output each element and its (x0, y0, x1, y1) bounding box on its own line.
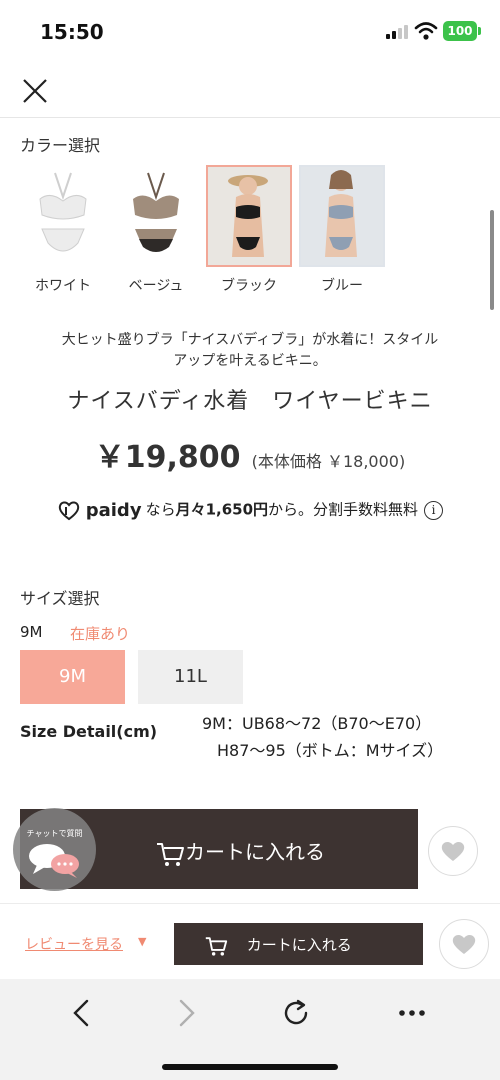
close-icon[interactable] (20, 76, 50, 106)
modal-header (0, 64, 500, 118)
back-icon[interactable] (62, 993, 102, 1033)
color-option-blue[interactable]: ブルー (299, 165, 385, 295)
sticky-bottom-bar: レビューを見る ▼ カートに入れる (0, 903, 500, 979)
wifi-icon (414, 22, 438, 40)
size-section-label: サイズ選択 (20, 589, 100, 608)
paidy-amount: 月々1,650円 (175, 500, 269, 519)
color-option-black[interactable]: ブラック (206, 165, 292, 295)
scrollbar[interactable] (490, 210, 494, 310)
home-indicator (162, 1064, 338, 1070)
paidy-text-after: から。分割手数料無料 (268, 500, 419, 519)
product-title: ナイスバディ水着 ワイヤービキニ (67, 389, 433, 414)
battery-indicator: 100 (443, 21, 477, 41)
color-section-label: カラー選択 (20, 136, 101, 155)
swatch-image-white (20, 165, 106, 267)
color-label-white: ホワイト (35, 278, 91, 294)
cart-icon (205, 936, 228, 956)
selected-size-label: 9M (20, 623, 43, 641)
add-to-cart-sticky-button[interactable]: カートに入れる (174, 923, 423, 965)
status-time: 15:50 (40, 20, 104, 44)
color-option-beige[interactable]: ベージュ (113, 165, 199, 295)
paidy-brand: paidy (85, 499, 142, 521)
add-to-cart-label: カートに入れる (185, 840, 325, 864)
paidy-text-before: なら (145, 500, 176, 519)
color-options: ホワイト ベージュ ブラック ブルー (20, 165, 480, 305)
add-to-cart-content: カートに入れる (155, 836, 325, 868)
price-row: ￥19,800 (本体価格 ￥18,000) (0, 432, 500, 476)
status-bar: 15:50 100 (0, 0, 500, 64)
review-arrow-icon: ▼ (138, 935, 147, 948)
size-detail-label: Size Detail(cm) (20, 722, 158, 741)
catchcopy-line-1: 大ヒット盛りブラ「ナイスバディブラ」が水着に！スタイル (61, 332, 439, 348)
size-detail-line-2: H87〜95（ボトム：Mサイズ） (217, 741, 444, 760)
reload-icon[interactable] (276, 993, 316, 1033)
chat-icon (29, 844, 79, 878)
review-link[interactable]: レビューを見る (25, 934, 123, 954)
more-icon[interactable] (392, 993, 432, 1033)
favorite-sticky-button[interactable] (439, 919, 489, 969)
battery-cap (478, 27, 481, 35)
swatch-image-black (206, 165, 292, 267)
paidy-logo-icon (58, 501, 80, 521)
swatch-image-blue (299, 165, 385, 267)
heart-icon (452, 935, 476, 954)
color-label-blue: ブルー (321, 278, 363, 294)
signal-icon (386, 25, 408, 39)
swatch-image-beige (113, 165, 199, 267)
cart-icon (157, 842, 184, 866)
paidy-banner: paidy なら月々1,650円から。分割手数料無料 i (0, 498, 500, 522)
heart-icon (441, 842, 465, 861)
product-catchcopy: 大ヒット盛りブラ「ナイスバディブラ」が水着に！スタイル アップを叶えるビキニ。 (20, 330, 480, 372)
size-button-9m[interactable]: 9M (20, 650, 125, 704)
forward-icon[interactable] (166, 993, 206, 1033)
info-icon[interactable]: i (424, 500, 444, 520)
color-option-white[interactable]: ホワイト (20, 165, 106, 295)
add-to-cart-sticky-content: カートに入れる (204, 934, 352, 957)
size-button-11l[interactable]: 11L (138, 650, 243, 704)
add-to-cart-sticky-label: カートに入れる (246, 936, 352, 954)
chat-label: チャットで質問 (26, 829, 83, 838)
price: ￥19,800 (94, 440, 241, 475)
browser-toolbar (0, 979, 500, 1080)
color-label-black: ブラック (221, 278, 277, 294)
price-note: (本体価格 ￥18,000) (251, 452, 406, 471)
stock-status: 在庫あり (70, 625, 131, 643)
favorite-button[interactable] (428, 826, 478, 876)
chat-button[interactable]: チャットで質問 (13, 808, 96, 891)
catchcopy-line-2: アップを叶えるビキニ。 (173, 353, 327, 369)
color-label-beige: ベージュ (128, 278, 184, 294)
size-detail-line-1: 9M：UB68〜72（B70〜E70） (202, 714, 432, 733)
